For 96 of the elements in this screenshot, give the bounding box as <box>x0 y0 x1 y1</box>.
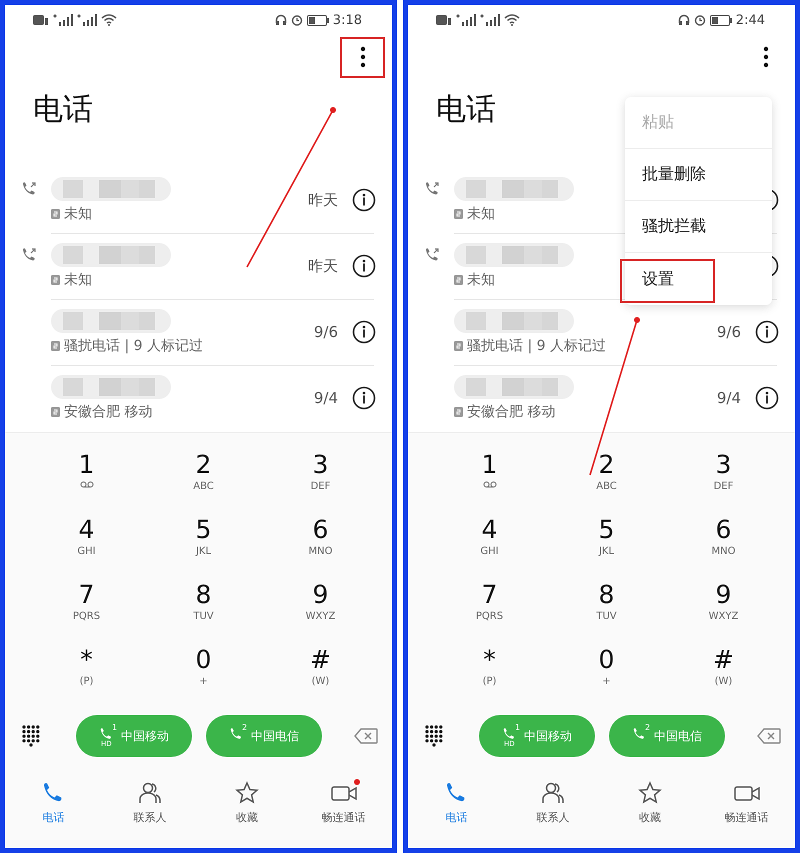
call-detail: 未知 <box>64 205 92 223</box>
phone-icon <box>632 727 646 741</box>
dialpad-icon[interactable] <box>22 725 40 747</box>
call-date: 昨天 <box>308 256 338 276</box>
info-icon[interactable] <box>352 320 376 344</box>
more-button[interactable] <box>340 36 385 78</box>
call-detail: 安徽合肥 移动 <box>64 403 152 421</box>
dial-key[interactable]: 4 GHI <box>28 516 145 581</box>
dial-key[interactable]: 5 JKL <box>145 516 262 581</box>
headphones-icon <box>274 14 287 26</box>
info-icon[interactable] <box>352 386 376 410</box>
phone-icon <box>229 727 243 741</box>
sim-card-icon <box>454 341 463 351</box>
dial-key[interactable]: 8 TUV <box>548 581 665 646</box>
dial-key[interactable]: 1 <box>431 451 548 516</box>
sim-card-icon <box>51 341 60 351</box>
dial-key[interactable]: 0 + <box>145 646 262 711</box>
status-time: 2:44 <box>736 12 765 28</box>
star-icon <box>638 781 662 805</box>
nav-tab[interactable]: 电话 <box>408 780 505 844</box>
dial-key[interactable]: 5 JKL <box>548 516 665 581</box>
sim-card-icon <box>454 209 463 219</box>
signal-icon <box>53 14 73 26</box>
dial-key[interactable]: 6 MNO <box>665 516 782 581</box>
call-date: 9/6 <box>716 323 741 341</box>
page-title: 电话 <box>436 91 496 129</box>
call-detail: 骚扰电话 | 9 人标记过 <box>467 337 606 355</box>
dial-key[interactable]: 9 WXYZ <box>262 581 379 646</box>
status-time: 3:18 <box>332 12 362 28</box>
signal-icon <box>480 14 500 26</box>
dial-key[interactable]: 1 <box>28 451 145 516</box>
info-icon[interactable] <box>352 254 376 278</box>
dial-key[interactable]: 8 TUV <box>145 581 262 646</box>
dial-key[interactable]: 3 DEF <box>262 451 379 516</box>
signal-icon <box>456 14 476 26</box>
nav-tab[interactable]: 畅连通话 <box>295 780 392 844</box>
nav-tab[interactable]: 联系人 <box>504 780 602 844</box>
sim-card-icon <box>454 407 463 417</box>
dial-key[interactable]: * (P) <box>28 646 145 711</box>
call-detail: 未知 <box>64 271 92 289</box>
backspace-icon[interactable] <box>354 728 378 744</box>
sim-card-icon <box>454 275 463 285</box>
dial-key[interactable]: 3 DEF <box>665 451 782 516</box>
phone-icon <box>99 727 113 741</box>
dial-key[interactable]: 9 WXYZ <box>665 581 782 646</box>
dial-key[interactable]: 7 PQRS <box>431 581 548 646</box>
sim-card-icon <box>51 209 60 219</box>
info-icon[interactable] <box>755 320 779 344</box>
call-date: 昨天 <box>308 190 338 210</box>
call-detail: 骚扰电话 | 9 人标记过 <box>64 337 203 355</box>
page-title: 电话 <box>33 91 93 129</box>
nav-tab[interactable]: 联系人 <box>102 780 198 844</box>
nav-tab[interactable]: 电话 <box>5 780 102 844</box>
voicemail-icon <box>482 481 496 488</box>
call-detail: 未知 <box>467 205 495 223</box>
contacts-icon <box>541 781 566 805</box>
contacts-icon <box>138 781 162 805</box>
headphones-icon <box>678 14 690 26</box>
call-date: 9/6 <box>314 323 338 341</box>
wifi-icon <box>101 14 117 26</box>
more-icon <box>360 46 366 68</box>
dial-key[interactable]: 0 + <box>548 646 665 711</box>
signal-icon <box>77 14 97 26</box>
info-icon[interactable] <box>352 188 376 212</box>
alarm-icon <box>290 14 303 26</box>
voicemail-icon <box>80 481 94 488</box>
info-icon[interactable] <box>755 386 779 410</box>
dial-key[interactable]: 4 GHI <box>431 516 548 581</box>
phone-icon <box>502 727 516 741</box>
menu-item[interactable]: 批量删除 <box>625 149 772 201</box>
backspace-icon[interactable] <box>757 728 781 744</box>
battery-icon <box>710 14 732 26</box>
dial-key[interactable]: # (W) <box>665 646 782 711</box>
dial-key[interactable]: 6 MNO <box>262 516 379 581</box>
sim-card-icon <box>51 275 60 285</box>
call-detail: 未知 <box>467 271 495 289</box>
battery-icon <box>306 14 329 26</box>
dial-key[interactable]: 2 ABC <box>548 451 665 516</box>
nav-tab[interactable]: 畅连通话 <box>698 780 795 844</box>
call-date: 9/4 <box>716 389 741 407</box>
nav-tab[interactable]: 收藏 <box>198 780 296 844</box>
dial-key[interactable]: # (W) <box>262 646 379 711</box>
alarm-icon <box>694 14 706 26</box>
call-detail: 安徽合肥 移动 <box>467 403 556 421</box>
dial-key[interactable]: 2 ABC <box>145 451 262 516</box>
nav-tab[interactable]: 收藏 <box>602 780 698 844</box>
call-date: 9/4 <box>314 389 338 407</box>
wifi-icon <box>504 14 520 26</box>
dial-key[interactable]: * (P) <box>431 646 548 711</box>
more-icon <box>762 46 768 68</box>
dialpad-icon[interactable] <box>425 725 443 747</box>
dial-key[interactable]: 7 PQRS <box>28 581 145 646</box>
sim-card-icon <box>51 407 60 417</box>
menu-item[interactable]: 骚扰拦截 <box>625 201 772 253</box>
star-icon <box>234 781 259 805</box>
menu-item[interactable]: 设置 <box>625 253 772 305</box>
